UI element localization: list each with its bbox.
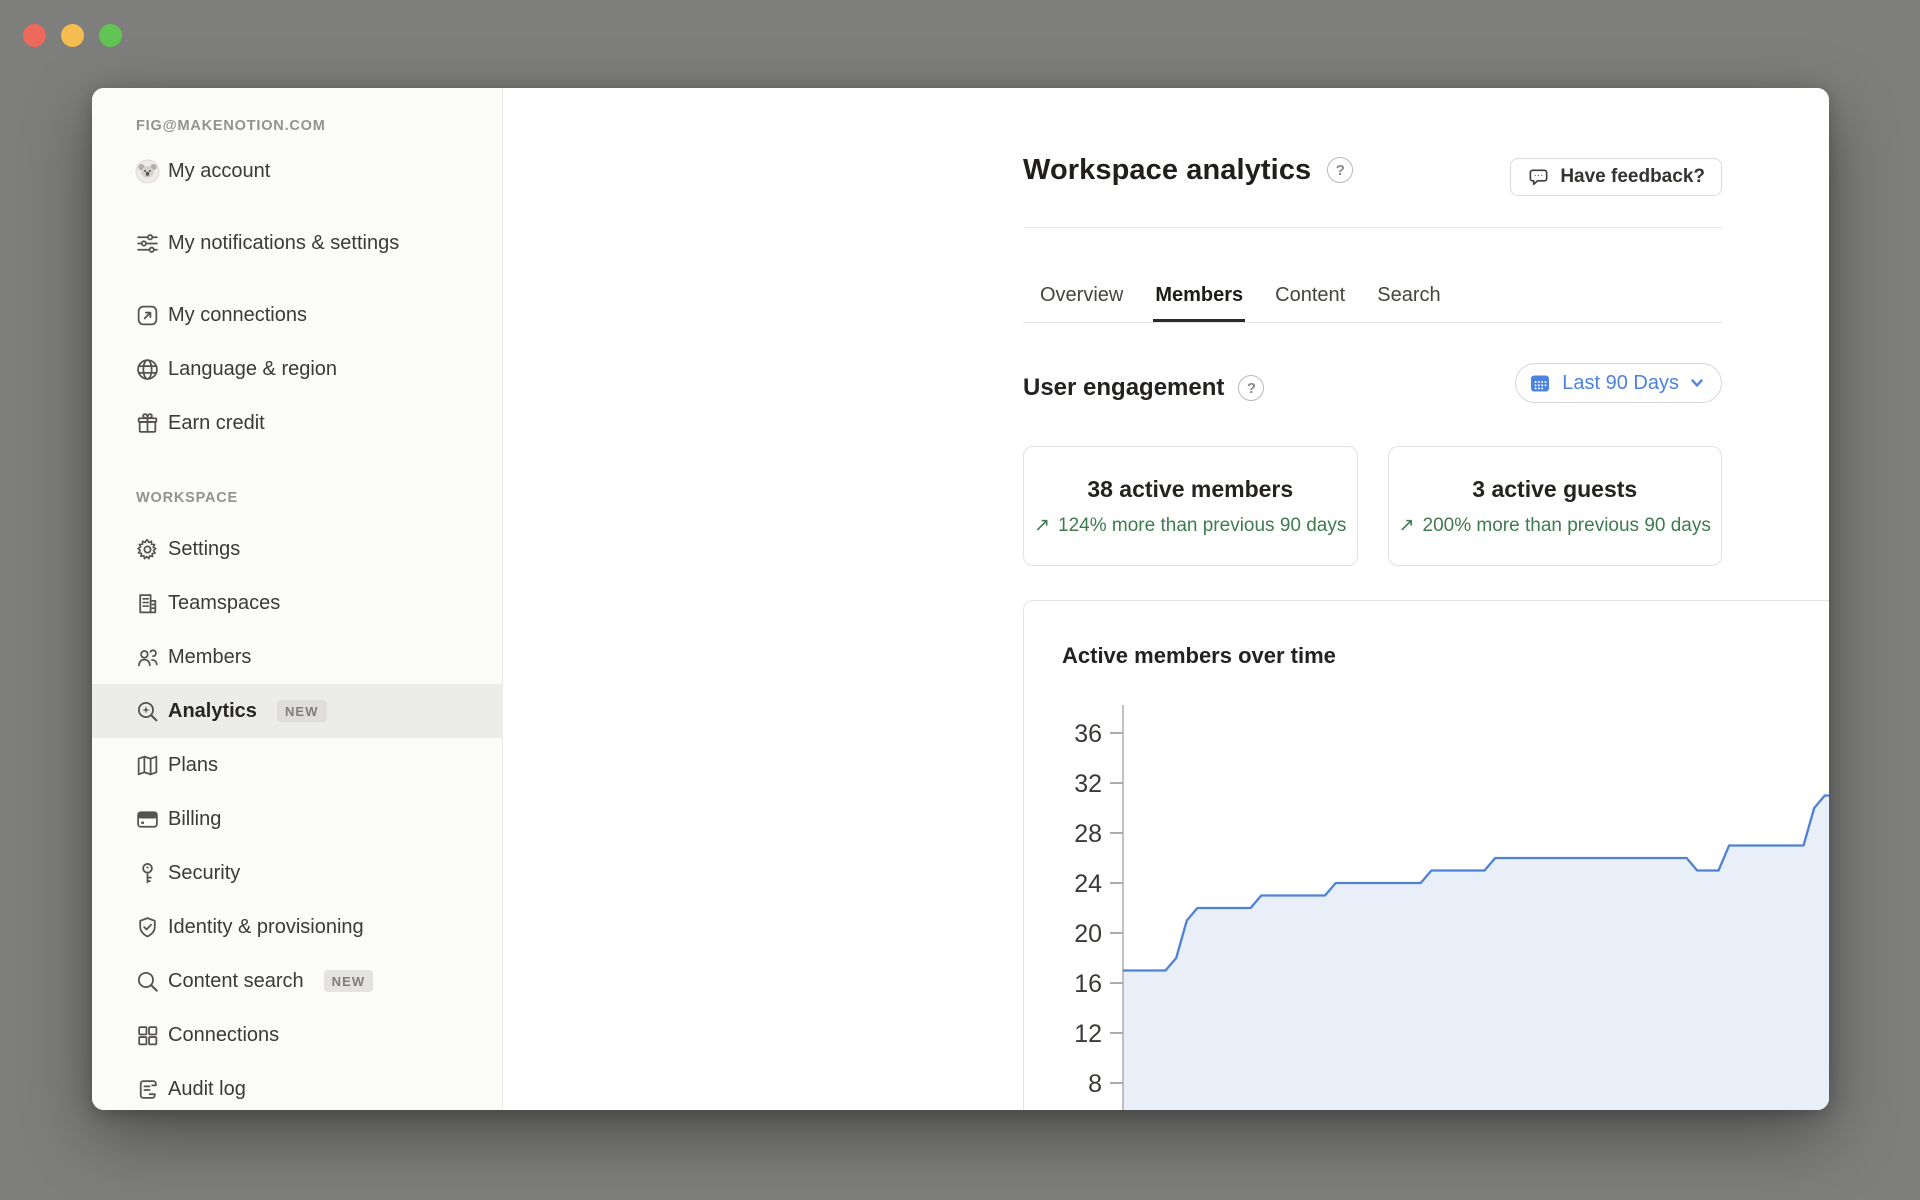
workspace-section-label: WORKSPACE <box>92 480 502 516</box>
avatar <box>134 158 160 184</box>
svg-text:28: 28 <box>1074 820 1102 848</box>
sidebar-item-label: Identity & provisioning <box>168 916 364 939</box>
sidebar-item-teamspaces[interactable]: Teamspaces <box>92 576 502 630</box>
sidebar-item-settings[interactable]: Settings <box>92 522 502 576</box>
tab-content[interactable]: Content <box>1273 268 1347 322</box>
sidebar-item-label: Billing <box>168 808 221 831</box>
tab-search[interactable]: Search <box>1375 268 1442 322</box>
new-badge: NEW <box>324 970 374 992</box>
svg-text:12: 12 <box>1074 1020 1102 1048</box>
chevron-down-icon <box>1689 375 1705 391</box>
help-icon[interactable]: ? <box>1327 157 1353 183</box>
sidebar-item-audit-log[interactable]: Audit log <box>92 1062 502 1110</box>
sidebar-item-my-notifications-settings[interactable]: My notifications & settings <box>92 198 502 288</box>
speech-bubble-icon <box>1527 166 1550 189</box>
window-close-button[interactable] <box>23 24 46 47</box>
sidebar-item-members[interactable]: Members <box>92 630 502 684</box>
map-icon <box>134 752 160 778</box>
active-guests-stat-card: 3 active guests ↗ 200% more than previou… <box>1388 446 1723 566</box>
sidebar-item-label: Teamspaces <box>168 592 280 615</box>
scroll-icon <box>134 1076 160 1102</box>
globe-icon <box>134 356 160 382</box>
sidebar-item-label: Settings <box>168 538 240 561</box>
sidebar-item-connections[interactable]: Connections <box>92 1008 502 1062</box>
sidebar-item-label: Audit log <box>168 1078 246 1101</box>
people-icon <box>134 644 160 670</box>
active-members-area-chart: 36 32 28 24 20 16 12 8 <box>1024 601 1829 1110</box>
window-minimize-button[interactable] <box>61 24 84 47</box>
stat-delta: ↗ 124% more than previous 90 days <box>1034 515 1346 537</box>
building-icon <box>134 590 160 616</box>
stat-delta: ↗ 200% more than previous 90 days <box>1399 515 1711 537</box>
help-icon[interactable]: ? <box>1238 375 1264 401</box>
user-engagement-heading: User engagement <box>1023 374 1224 402</box>
svg-text:32: 32 <box>1074 770 1102 798</box>
arrow-up-right-box-icon <box>134 302 160 328</box>
key-icon <box>134 860 160 886</box>
magnifier-sparkle-icon <box>134 698 160 724</box>
svg-text:24: 24 <box>1074 870 1102 898</box>
sidebar-item-label: Language & region <box>168 358 337 381</box>
credit-card-icon <box>134 806 160 832</box>
analytics-tabs: Overview Members Content Search <box>1023 268 1722 323</box>
sidebar-item-label: Plans <box>168 754 218 777</box>
sidebar-item-identity-provisioning[interactable]: Identity & provisioning <box>92 900 502 954</box>
sidebar-item-label: My account <box>168 160 270 183</box>
active-members-stat-card: 38 active members ↗ 124% more than previ… <box>1023 446 1358 566</box>
sidebar-item-my-connections[interactable]: My connections <box>92 288 502 342</box>
trend-up-icon: ↗ <box>1399 516 1415 535</box>
page-title: Workspace analytics <box>1023 154 1311 187</box>
account-email-label: FIG@MAKENOTION.COM <box>92 108 502 144</box>
stat-delta-text: 124% more than previous 90 days <box>1058 515 1346 537</box>
feedback-button-label: Have feedback? <box>1560 166 1705 188</box>
svg-text:16: 16 <box>1074 970 1102 998</box>
magnifier-icon <box>134 968 160 994</box>
sidebar-item-label: Analytics <box>168 700 257 723</box>
sidebar-item-security[interactable]: Security <box>92 846 502 900</box>
date-range-dropdown[interactable]: Last 90 Days <box>1515 363 1722 403</box>
have-feedback-button[interactable]: Have feedback? <box>1510 158 1722 196</box>
shield-check-icon <box>134 914 160 940</box>
sidebar-item-label: Members <box>168 646 251 669</box>
sidebar-item-label: Security <box>168 862 240 885</box>
gear-icon <box>134 536 160 562</box>
stat-value: 3 active guests <box>1472 476 1637 503</box>
sliders-icon <box>134 230 160 256</box>
active-members-chart-card: Active members over time 363228242016128 <box>1023 600 1829 1110</box>
sidebar-item-language-region[interactable]: Language & region <box>92 342 502 396</box>
svg-text:8: 8 <box>1088 1070 1102 1098</box>
date-range-label: Last 90 Days <box>1562 372 1679 395</box>
stat-delta-text: 200% more than previous 90 days <box>1423 515 1711 537</box>
gift-icon <box>134 410 160 436</box>
sidebar-item-content-search[interactable]: Content search NEW <box>92 954 502 1008</box>
calendar-icon <box>1528 371 1552 395</box>
tab-overview[interactable]: Overview <box>1038 268 1125 322</box>
trend-up-icon: ↗ <box>1034 516 1050 535</box>
sidebar-item-label: Content search <box>168 970 304 993</box>
main-content: Workspace analytics ? Have feedback? Ove… <box>503 88 1829 1110</box>
settings-window: FIG@MAKENOTION.COM My account <box>92 88 1829 1110</box>
sidebar-item-label: My notifications & settings <box>168 225 408 261</box>
svg-text:20: 20 <box>1074 920 1102 948</box>
grid-icon <box>134 1022 160 1048</box>
settings-sidebar: FIG@MAKENOTION.COM My account <box>92 88 503 1110</box>
sidebar-item-label: My connections <box>168 304 307 327</box>
new-badge: NEW <box>277 700 327 722</box>
header-divider <box>1023 227 1722 228</box>
sidebar-item-analytics[interactable]: Analytics NEW <box>92 684 502 738</box>
sidebar-item-earn-credit[interactable]: Earn credit <box>92 396 502 450</box>
sidebar-item-plans[interactable]: Plans <box>92 738 502 792</box>
stat-value: 38 active members <box>1087 476 1293 503</box>
sidebar-item-my-account[interactable]: My account <box>92 144 502 198</box>
sidebar-item-label: Earn credit <box>168 412 265 435</box>
svg-text:36: 36 <box>1074 720 1102 748</box>
sidebar-item-billing[interactable]: Billing <box>92 792 502 846</box>
window-zoom-button[interactable] <box>99 24 122 47</box>
tab-members[interactable]: Members <box>1153 268 1245 322</box>
sidebar-item-label: Connections <box>168 1024 279 1047</box>
